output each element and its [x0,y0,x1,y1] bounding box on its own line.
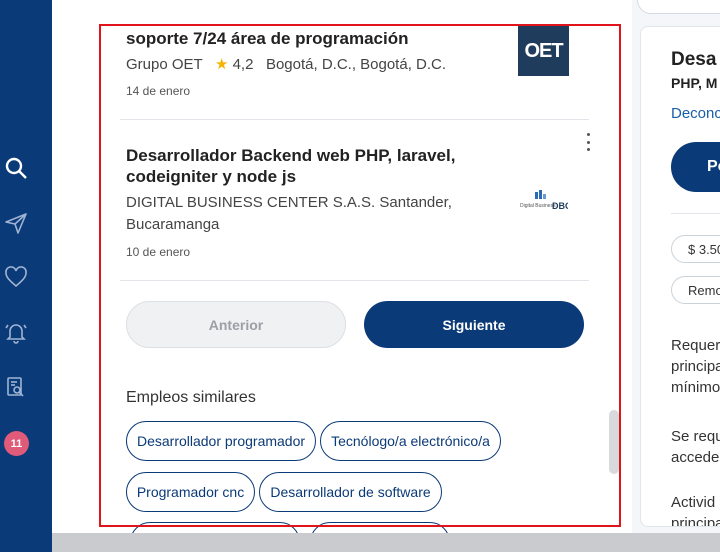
divider [120,119,589,120]
company-name: Grupo OET [126,56,203,73]
detail-text: Se requ acceder [671,426,720,468]
job-title-line: codeigniter y node js [126,167,297,186]
similar-job-chip[interactable]: Programador cnc [126,472,255,512]
text-line: Requer [671,337,720,354]
next-button[interactable]: Siguiente [364,301,584,348]
job-meta: Grupo OET ★ 4,2 Bogotá, D.C., Bogotá, D.… [126,54,446,76]
company-logo: Digital Business DBC [520,190,572,212]
detail-company-link[interactable]: Deconc [671,105,720,122]
heart-icon[interactable] [4,265,28,289]
text-line: principa [671,515,720,527]
job-title-line: Desarrollador Backend web PHP, laravel, [126,146,456,165]
job-date: 10 de enero [126,245,191,259]
text-line: acceder [671,449,720,466]
work-mode-chip: Remo [671,276,720,304]
document-search-icon[interactable] [4,375,28,399]
more-options-icon[interactable] [583,133,593,151]
bell-icon[interactable] [4,320,28,344]
text-line: mínimo [671,379,720,396]
job-list-panel [52,0,632,552]
star-icon: ★ [214,56,229,73]
similar-job-chip[interactable]: Tecnólogo/a electrónico/a [320,421,501,461]
divider [120,280,589,281]
similar-job-chip[interactable]: Desarrollador programador [126,421,316,461]
job-date: 14 de enero [126,84,191,98]
job-detail-panel: Desa PHP, M Deconc Po $ 3.50 Remo Requer… [640,26,720,527]
similar-jobs-heading: Empleos similares [126,389,256,406]
sidebar-bottom [0,533,52,552]
company-line: DIGITAL BUSINESS CENTER S.A.S. Santander… [126,194,452,211]
salary-chip: $ 3.50 [671,235,720,263]
job-title[interactable]: soporte 7/24 área de programación [126,28,409,49]
notification-badge[interactable]: 11 [4,431,29,456]
job-location: Bogotá, D.C., Bogotá, D.C. [265,56,447,73]
search-icon[interactable] [4,156,28,180]
job-title[interactable]: Desarrollador Backend web PHP, laravel, … [126,145,455,187]
company-logo: OET [518,26,569,76]
detail-title: Desa [671,49,717,70]
svg-text:DBC: DBC [552,201,568,211]
svg-text:Digital Business: Digital Business [520,203,556,209]
text-line: principa [671,358,720,375]
divider [671,213,720,214]
company-line: Bucaramanga [126,216,220,233]
horizontal-scrollbar[interactable] [52,533,720,552]
detail-text: Requer principa mínimo [671,335,720,398]
apply-button[interactable]: Po [671,142,720,192]
previous-button[interactable]: Anterior [126,301,346,348]
company-name: DIGITAL BUSINESS CENTER S.A.S. Santander… [126,192,452,236]
detail-subtitle: PHP, M [671,75,718,91]
text-line: Se requ [671,428,720,445]
similar-job-chip[interactable]: Desarrollador de software [259,472,442,512]
send-icon[interactable] [4,211,28,235]
detail-text: Activid principa [671,492,720,527]
text-line: Activid [671,494,716,511]
logo-text: OET [524,39,563,62]
company-rating: 4,2 [232,56,254,73]
filter-chip[interactable] [637,0,720,14]
scrollbar-thumb[interactable] [609,410,619,474]
